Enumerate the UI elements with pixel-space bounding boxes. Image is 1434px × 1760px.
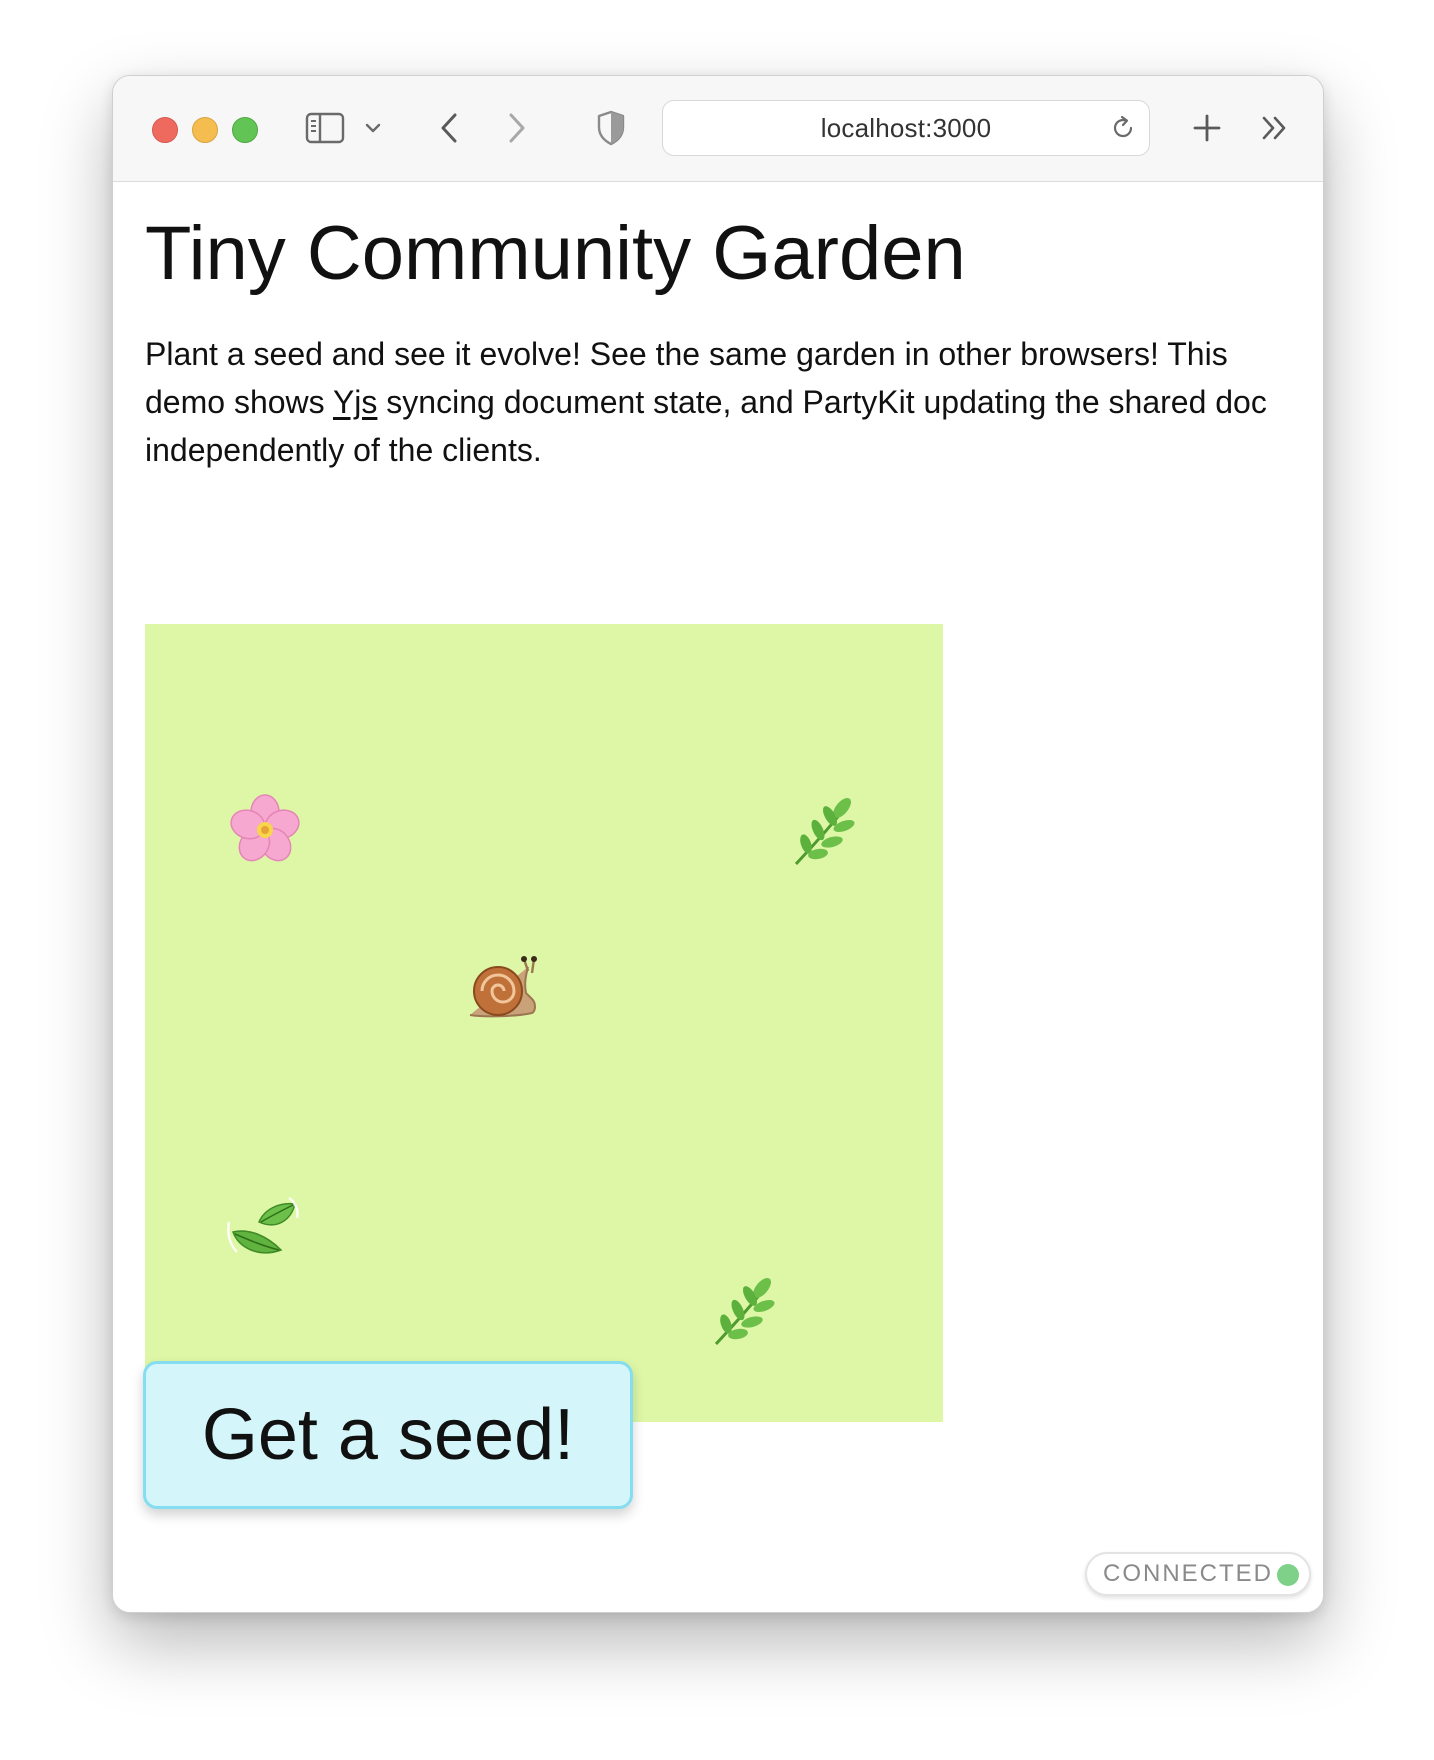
chevron-left-icon[interactable] — [431, 108, 467, 148]
connection-status-dot — [1277, 1564, 1299, 1586]
browser-toolbar: localhost:3000 — [113, 76, 1323, 182]
sidebar-icon[interactable] — [303, 108, 347, 148]
address-bar[interactable]: localhost:3000 — [662, 100, 1150, 156]
minimize-window-button[interactable] — [192, 117, 218, 143]
close-window-button[interactable] — [152, 117, 178, 143]
intro-paragraph: Plant a seed and see it evolve! See the … — [145, 330, 1295, 474]
connection-status-label: CONNECTED — [1103, 1560, 1274, 1587]
shield-icon[interactable] — [591, 106, 631, 150]
browser-window: localhost:3000 Tiny Community Garden Pla — [112, 75, 1324, 1613]
get-seed-button[interactable]: Get a seed! — [143, 1361, 633, 1509]
zoom-window-button[interactable] — [232, 117, 258, 143]
herb-icon-2 — [699, 1267, 789, 1357]
double-chevron-right-icon[interactable] — [1255, 108, 1295, 148]
reload-icon[interactable] — [1109, 114, 1137, 146]
herb-icon — [779, 787, 869, 877]
chevron-right-icon[interactable] — [499, 108, 535, 148]
connection-status-badge: CONNECTED — [1085, 1552, 1311, 1596]
garden-canvas[interactable] — [145, 624, 943, 1422]
yjs-link[interactable]: Yjs — [333, 384, 377, 420]
chevron-down-icon[interactable] — [361, 114, 385, 142]
page-title: Tiny Community Garden — [145, 211, 966, 296]
url-text: localhost:3000 — [820, 112, 992, 143]
plus-icon[interactable] — [1187, 108, 1227, 148]
leaves-icon — [220, 1187, 310, 1277]
cherry-blossom-icon — [220, 785, 310, 875]
snail-icon — [459, 948, 549, 1038]
